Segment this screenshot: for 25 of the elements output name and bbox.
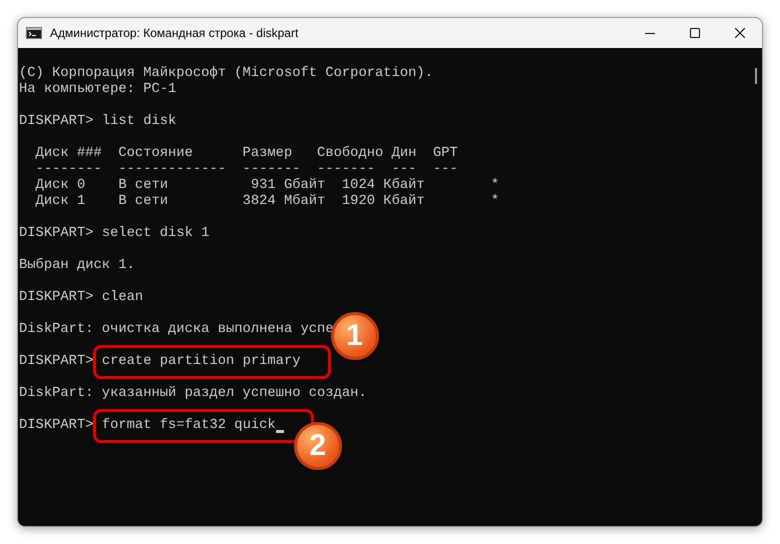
minimize-icon <box>644 32 654 34</box>
close-icon <box>734 28 744 38</box>
console-output: Диск 1 В сети 3824 Мбайт 1920 Кбайт * <box>34 194 500 210</box>
command-prompt: DISKPART> <box>19 114 94 130</box>
command-prompt: DISKPART> <box>19 290 94 306</box>
console-output: Диск ### Состояние Размер Свободно Дин GPT <box>34 146 458 162</box>
callout-badge: 2 <box>294 422 342 470</box>
command-text: clean <box>102 290 144 306</box>
console-output: На компьютере: PC-1 <box>19 82 176 98</box>
window-title: Администратор: Командная строка - diskpart <box>50 25 298 42</box>
console-output: Диск 0 В сети 931 Gбайт 1024 Кбайт * <box>34 178 500 194</box>
console-output: DiskPart: указанный раздел успешно создан. <box>19 386 367 402</box>
command-prompt: DISKPART> <box>19 226 94 242</box>
command-text: list disk <box>102 114 176 130</box>
command-prompt: DISKPART> <box>19 354 94 370</box>
command-text: create partition primary <box>102 354 301 370</box>
console-output: Выбран диск 1. <box>19 258 135 274</box>
maximize-icon <box>690 28 700 38</box>
command-text: format fs=fat32 quick <box>102 418 276 434</box>
command-prompt: DISKPART> <box>19 418 94 434</box>
console-output: -------- ------------- ------- ------- --- --- <box>34 162 458 178</box>
command-text: select disk 1 <box>102 226 210 242</box>
console-output: (C) Корпорация Майкрософт (Microsoft Corporation). <box>19 66 433 82</box>
scrollbar-thumb[interactable] <box>755 68 757 84</box>
console-icon <box>26 27 42 39</box>
